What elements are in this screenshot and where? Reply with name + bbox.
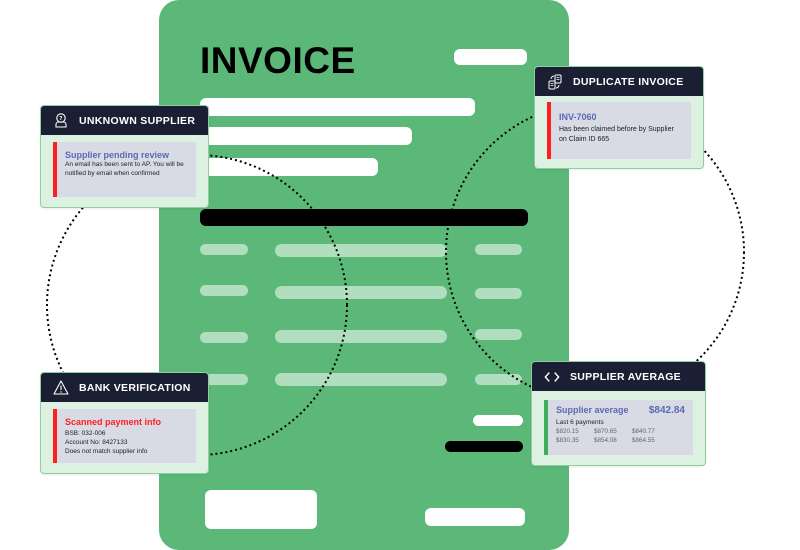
line-item-amount (475, 288, 522, 299)
line-item-amount (475, 329, 522, 340)
card-text-line: BSB: 032-006 (65, 430, 106, 437)
card-header-label: DUPLICATE INVOICE (573, 75, 684, 88)
card-body: Scanned payment info BSB: 032-006 Accoun… (53, 409, 196, 463)
payment-amount: $854.08 (594, 437, 617, 444)
warning-icon (53, 380, 69, 396)
invoice-number-placeholder (454, 49, 527, 65)
card-body: Supplier average $842.84 Last 6 payments… (544, 400, 693, 455)
card-body: Supplier pending review An email has bee… (53, 142, 196, 197)
line-item-amount (475, 244, 522, 255)
line-item-amount (475, 374, 522, 385)
card-header-label: SUPPLIER AVERAGE (570, 370, 681, 383)
line-item-desc (275, 286, 447, 299)
average-value: $842.84 (648, 405, 685, 416)
duplicate-documents-icon (547, 74, 563, 90)
payment-amount: $864.55 (632, 437, 655, 444)
card-text-line: notified by email when confirmed (65, 170, 160, 177)
line-item-qty (200, 285, 248, 296)
unknown-supplier-card[interactable]: ? UNKNOWN SUPPLIER Supplier pending revi… (40, 105, 209, 208)
table-header-bar (200, 209, 528, 226)
invoice-document (159, 0, 569, 550)
svg-text:?: ? (59, 116, 63, 122)
card-text-line: Account No: 8427133 (65, 439, 128, 446)
payment-amount: $820.15 (556, 428, 579, 435)
card-text-line: An email has been sent to AP. You will b… (65, 161, 184, 168)
payment-amount: $830.35 (556, 437, 579, 444)
card-header: BANK VERIFICATION (41, 373, 208, 402)
code-brackets-icon (544, 369, 560, 385)
line-item-qty (200, 332, 248, 343)
address-line-2 (200, 127, 412, 145)
average-row: Supplier average $842.84 (556, 405, 685, 416)
card-text-line: on Claim ID 665 (559, 136, 610, 143)
payments-grid: $820.15 $870.65 $840.77 $830.35 $854.08 … (556, 427, 685, 445)
total-bar (445, 441, 523, 452)
card-header: ? UNKNOWN SUPPLIER (41, 106, 208, 135)
payments-subtitle: Last 6 payments (556, 419, 604, 426)
line-item-desc (275, 244, 447, 257)
card-text-line: Does not match supplier info (65, 448, 148, 455)
card-text-line: Has been claimed before by Supplier (559, 126, 674, 133)
invoice-title: INVOICE (200, 40, 356, 81)
card-title: Supplier pending review (65, 150, 170, 160)
user-question-icon: ? (53, 113, 69, 129)
card-header-label: BANK VERIFICATION (79, 381, 191, 394)
card-title: Scanned payment info (65, 417, 162, 427)
card-header: DUPLICATE INVOICE (535, 67, 703, 96)
subtotal-placeholder (473, 415, 523, 426)
supplier-average-card[interactable]: SUPPLIER AVERAGE Supplier average $842.8… (531, 361, 706, 466)
card-title: INV-7060 (559, 112, 597, 122)
line-item-desc (275, 373, 447, 386)
payment-amount: $870.65 (594, 428, 617, 435)
footer-placeholder (425, 508, 525, 526)
address-line-3 (200, 158, 378, 176)
address-line-1 (200, 98, 475, 116)
duplicate-invoice-card[interactable]: DUPLICATE INVOICE INV-7060 Has been clai… (534, 66, 704, 169)
card-header-label: UNKNOWN SUPPLIER (79, 114, 196, 127)
payment-amount: $840.77 (632, 428, 655, 435)
bank-verification-card[interactable]: BANK VERIFICATION Scanned payment info B… (40, 372, 209, 474)
line-item-desc (275, 330, 447, 343)
signature-box (205, 490, 317, 529)
card-body: INV-7060 Has been claimed before by Supp… (547, 102, 691, 159)
line-item-qty (200, 244, 248, 255)
card-title: Supplier average (556, 405, 629, 415)
card-header: SUPPLIER AVERAGE (532, 362, 705, 391)
